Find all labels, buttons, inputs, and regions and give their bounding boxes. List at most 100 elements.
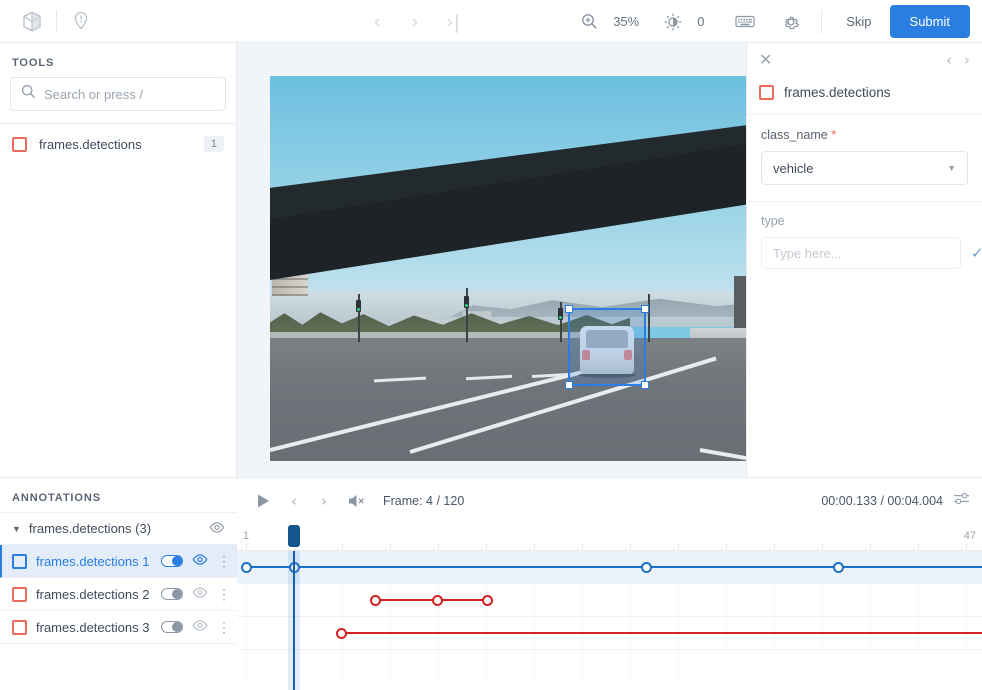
playhead-line[interactable]	[293, 551, 295, 690]
annotation-color-square-icon	[12, 619, 27, 635]
nav-next-button[interactable]: ›	[398, 5, 432, 39]
class-name-label-text: class_name	[761, 128, 828, 142]
type-field-section: type ✓	[747, 201, 982, 285]
track-segment[interactable]	[246, 566, 982, 568]
annotation-visibility-eye-icon[interactable]	[192, 618, 208, 636]
brightness-icon[interactable]	[655, 4, 691, 40]
keyframe-marker[interactable]	[240, 561, 252, 573]
annotation-more-menu-icon[interactable]: ⋮	[217, 553, 231, 570]
skip-button[interactable]: Skip	[834, 7, 883, 36]
keyframe-marker[interactable]	[640, 561, 652, 573]
annotation-color-square-icon	[12, 553, 27, 569]
annotation-label: frames.detections 2	[36, 586, 150, 602]
toolbar-right-group: 35% 0 Skip Submit	[571, 0, 982, 43]
search-icon	[21, 84, 36, 104]
annotation-toggle[interactable]	[161, 588, 183, 600]
traffic-light-2	[464, 296, 469, 308]
attributes-nav-group: ‹ ›	[946, 51, 970, 69]
class-name-select[interactable]: vehicle ▼	[761, 151, 968, 185]
timeline-track-empty	[237, 650, 982, 683]
annotation-toggle[interactable]	[161, 555, 183, 567]
cube-logo-icon[interactable]	[14, 3, 50, 39]
bbox-handle-top-left[interactable]	[565, 305, 573, 313]
annotation-toggle[interactable]	[161, 621, 183, 633]
vehicle-bounding-box[interactable]	[565, 305, 649, 389]
group-visibility-eye-icon[interactable]	[209, 520, 225, 538]
annotation-row-3[interactable]: frames.detections 3 ⋮	[0, 611, 237, 644]
next-frame-button[interactable]: ›	[311, 488, 337, 514]
annotation-more-menu-icon[interactable]: ⋮	[217, 586, 231, 603]
type-label: type	[761, 214, 785, 228]
annotation-color-square-icon	[12, 586, 27, 602]
toolbar-divider	[56, 10, 57, 32]
attributes-prev-button[interactable]: ‹	[946, 51, 952, 69]
close-icon[interactable]: ✕	[759, 50, 772, 70]
annotations-header: ANNOTATIONS	[12, 492, 101, 504]
timeline-track-3[interactable]	[237, 617, 982, 650]
keyframe-marker[interactable]	[832, 561, 844, 573]
annotation-row-1[interactable]: frames.detections 1 ⋮	[0, 545, 237, 578]
annotation-more-menu-icon[interactable]: ⋮	[217, 619, 231, 636]
attributes-panel-header: ✕ ‹ ›	[747, 43, 982, 77]
annotation-label: frames.detections 1	[36, 553, 150, 569]
ruler-end-label: 47	[963, 530, 976, 542]
brightness-value: 0	[697, 14, 705, 29]
media-canvas[interactable]	[237, 43, 746, 477]
traffic-light-3	[558, 308, 563, 320]
keyframe-marker[interactable]	[431, 594, 443, 606]
sliders-icon[interactable]	[953, 491, 970, 511]
playhead-handle[interactable]	[288, 525, 300, 547]
keyboard-icon[interactable]	[727, 4, 763, 40]
timeline-right-group: 00:00.133 / 00:04.004	[821, 491, 970, 511]
timeline-track-1[interactable]	[237, 551, 982, 584]
timeline-track-2[interactable]	[237, 584, 982, 617]
toolbar-left-group	[0, 3, 99, 39]
annotation-row-2[interactable]: frames.detections 2 ⋮	[0, 578, 237, 611]
class-name-label: class_name *	[761, 127, 968, 142]
pin-alert-icon[interactable]	[63, 3, 99, 39]
bbox-handle-bottom-left[interactable]	[565, 381, 573, 389]
nav-last-button[interactable]: ›|	[436, 5, 470, 39]
timeline-tracks	[237, 551, 982, 690]
tool-color-square-icon	[12, 136, 27, 152]
traffic-light-1	[356, 300, 361, 312]
check-icon[interactable]: ✓	[971, 244, 982, 262]
submit-button[interactable]: Submit	[889, 5, 970, 38]
play-icon[interactable]	[249, 487, 277, 515]
attributes-title: frames.detections	[784, 85, 891, 100]
video-frame[interactable]	[270, 76, 746, 461]
bbox-handle-top-right[interactable]	[641, 305, 649, 313]
type-input[interactable]	[761, 237, 961, 269]
bbox-handle-bottom-right[interactable]	[641, 381, 649, 389]
nav-previous-button[interactable]: ‹	[360, 5, 394, 39]
keyframe-marker[interactable]	[335, 627, 347, 639]
track-segment[interactable]	[341, 632, 982, 634]
annotation-group-row[interactable]: ▼ frames.detections (3)	[0, 512, 237, 545]
timeline-ruler[interactable]: 1 47	[237, 523, 982, 551]
search-input[interactable]	[44, 86, 220, 102]
timeline-controls: ‹ › Frame: 4 / 120 00:00.133 / 00:04.004	[237, 478, 982, 523]
attributes-color-square-icon	[759, 85, 774, 100]
tools-header: TOOLS	[12, 57, 55, 69]
chevron-down-icon: ▼	[947, 163, 956, 173]
keyframe-marker[interactable]	[481, 594, 493, 606]
speaker-muted-icon[interactable]	[347, 493, 369, 509]
tools-search-wrapper	[0, 77, 236, 123]
annotation-group-label: frames.detections (3)	[28, 521, 152, 536]
zoom-level-value: 35%	[613, 14, 640, 29]
tool-item-frames-detections[interactable]: frames.detections 1	[0, 124, 236, 164]
previous-frame-button[interactable]: ‹	[281, 488, 307, 514]
navigation-controls: ‹ › ›|	[360, 0, 470, 43]
search-box[interactable]	[10, 77, 226, 111]
road-surface	[270, 338, 746, 461]
required-asterisk: *	[831, 127, 837, 142]
attributes-next-button[interactable]: ›	[964, 51, 970, 69]
annotation-visibility-eye-icon[interactable]	[192, 585, 208, 603]
keyframe-marker[interactable]	[369, 594, 381, 606]
chevron-down-icon[interactable]: ▼	[12, 524, 21, 534]
brightness-control[interactable]: 0	[655, 4, 711, 40]
zoom-control[interactable]: 35%	[571, 4, 639, 40]
zoom-in-icon[interactable]	[571, 4, 607, 40]
annotation-visibility-eye-icon[interactable]	[192, 552, 208, 570]
gear-icon[interactable]	[773, 4, 809, 40]
